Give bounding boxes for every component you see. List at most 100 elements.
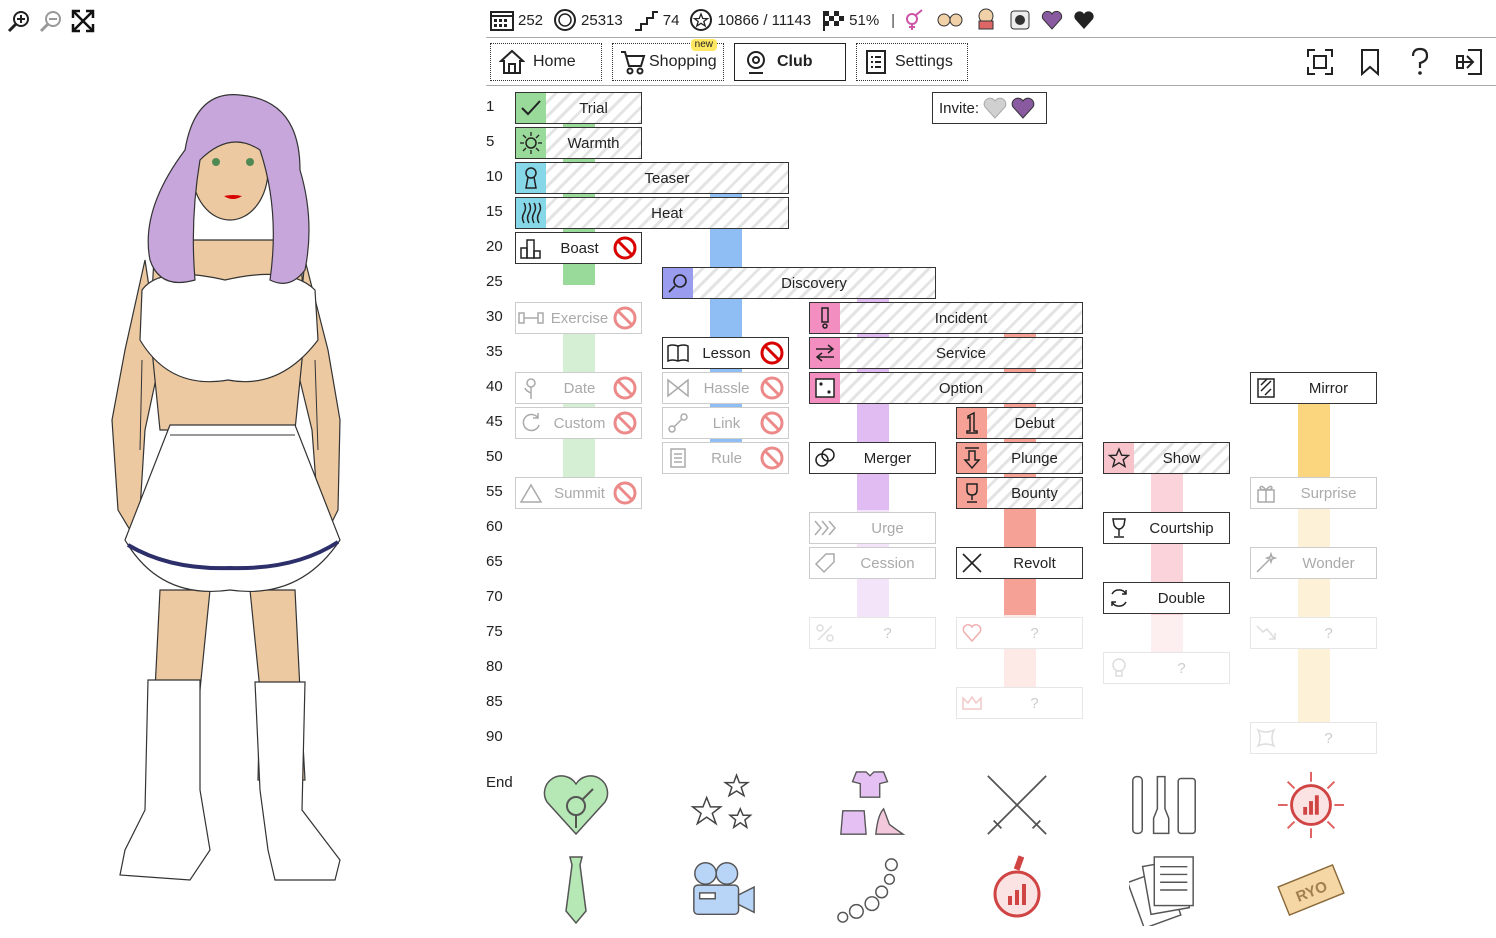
skill-revolt[interactable]: Revolt [956,547,1083,579]
heat-waves-icon [516,198,546,228]
skill-locked-unknown[interactable]: ? [1103,652,1230,684]
heart-grey-icon[interactable] [983,97,1007,119]
stars-icon[interactable] [688,770,758,840]
necktie-icon[interactable] [541,855,611,925]
skill-locked-unknown[interactable]: ? [809,617,936,649]
nav-club-button[interactable]: Club [734,43,846,81]
pets-icon[interactable] [937,9,967,31]
coin-icon [554,9,577,31]
prohibited-icon [760,376,784,400]
mountain-icon [516,478,546,508]
skill-debut[interactable]: Debut [956,407,1083,439]
crossed-blades-icon[interactable] [982,770,1052,840]
invite-box: Invite: [932,92,1047,124]
chart-badge-icon[interactable] [982,855,1052,925]
level-label: 45 [486,413,503,430]
reputation-value: 10866 / 11143 [717,11,812,29]
skill-locked-unknown[interactable]: ? [1250,617,1377,649]
bookmark-icon[interactable] [1355,46,1385,78]
skill-summit[interactable]: Summit [515,477,642,509]
skill-label: Trial [579,99,608,117]
skill-cession[interactable]: Cession [809,547,936,579]
skill-plunge[interactable]: Plunge [956,442,1083,474]
nav-home-label: Home [533,53,576,70]
zoom-in-icon[interactable] [6,8,32,34]
skill-lesson[interactable]: Lesson [662,337,789,369]
skill-rule[interactable]: Rule [662,442,789,474]
cosmetics-icon[interactable] [1129,770,1199,840]
skill-label: Heat [651,204,683,222]
skill-trial[interactable]: Trial [515,92,642,124]
beads-icon[interactable] [835,855,905,925]
expand-icon[interactable] [70,8,96,34]
skill-courtship[interactable]: Courtship [1103,512,1230,544]
skill-bounty[interactable]: Bounty [956,477,1083,509]
skill-surprise[interactable]: Surprise [1250,477,1377,509]
help-icon[interactable] [1405,46,1435,78]
outfit-icon[interactable] [835,770,905,840]
stairs-icon [634,11,658,31]
skill-double[interactable]: Double [1103,582,1230,614]
skill-hassle[interactable]: Hassle [662,372,789,404]
skill-service[interactable]: Service [809,337,1083,369]
documents-icon[interactable] [1129,855,1199,926]
exit-icon[interactable] [1454,46,1484,78]
exclamation-icon [810,303,840,333]
skill-link[interactable]: Link [662,407,789,439]
skill-heat[interactable]: Heat [515,197,789,229]
book-icon [663,338,693,368]
skill-option[interactable]: Option [809,372,1083,404]
heart-purple-icon[interactable] [1011,97,1035,119]
level-label: 55 [486,483,503,500]
skill-warmth[interactable]: Warmth [515,127,642,159]
skill-date[interactable]: Date [515,372,642,404]
skill-custom[interactable]: Custom [515,407,642,439]
skill-exercise[interactable]: Exercise [515,302,642,334]
skill-discovery[interactable]: Discovery [662,267,936,299]
zoom-out-icon[interactable] [38,8,64,34]
skill-label: Exercise [550,309,609,327]
skill-merger[interactable]: Merger [809,442,936,474]
skill-mirror[interactable]: Mirror [1250,372,1377,404]
star-badge-icon [690,9,713,31]
skill-locked-unknown[interactable]: ? [956,617,1083,649]
skill-locked-unknown[interactable]: ? [956,687,1083,719]
heart-purple-icon[interactable] [1041,10,1067,30]
skill-label: Rule [711,449,742,467]
percent-icon [810,618,840,648]
skill-label: Date [563,379,596,397]
ticket-icon[interactable]: RYO [1276,855,1346,925]
heart-black-icon[interactable] [1073,10,1099,30]
divider [486,37,1496,38]
skill-label: ? [1177,659,1186,677]
skill-boast[interactable]: Boast [515,232,642,264]
crown-icon [957,688,987,718]
skill-teaser[interactable]: Teaser [515,162,789,194]
skill-label: Debut [1014,414,1055,432]
days-value: 252 [518,11,544,29]
skill-incident[interactable]: Incident [809,302,1083,334]
skill-wonder[interactable]: Wonder [1250,547,1377,579]
nav-shopping-button[interactable]: Shopping new [612,39,724,81]
nav-settings-button[interactable]: Settings [856,43,968,81]
nav-home-button[interactable]: Home [490,43,602,81]
gem-icon[interactable] [1009,9,1035,31]
house-icon [499,49,525,74]
video-camera-icon[interactable] [688,855,758,925]
skill-show[interactable]: Show [1103,442,1230,474]
stats-badge-icon[interactable] [1276,770,1346,840]
skill-label: Urge [871,519,904,537]
skill-locked-unknown[interactable]: ? [1250,722,1377,754]
skill-label: Double [1157,589,1206,607]
stats-separator: | [891,11,896,29]
skill-urge[interactable]: Urge [809,512,936,544]
stack-icon[interactable] [973,7,1003,33]
reputation-stat: 10866 / 11143 [689,8,811,32]
sun-icon [516,128,546,158]
screenshot-frame-icon[interactable] [1305,46,1335,78]
checkered-flag-icon [823,11,845,31]
gender-heart-icon[interactable] [541,770,611,840]
trend-down-icon [1251,618,1281,648]
gender-icon[interactable] [903,9,929,31]
skill-label: Warmth [567,134,620,152]
